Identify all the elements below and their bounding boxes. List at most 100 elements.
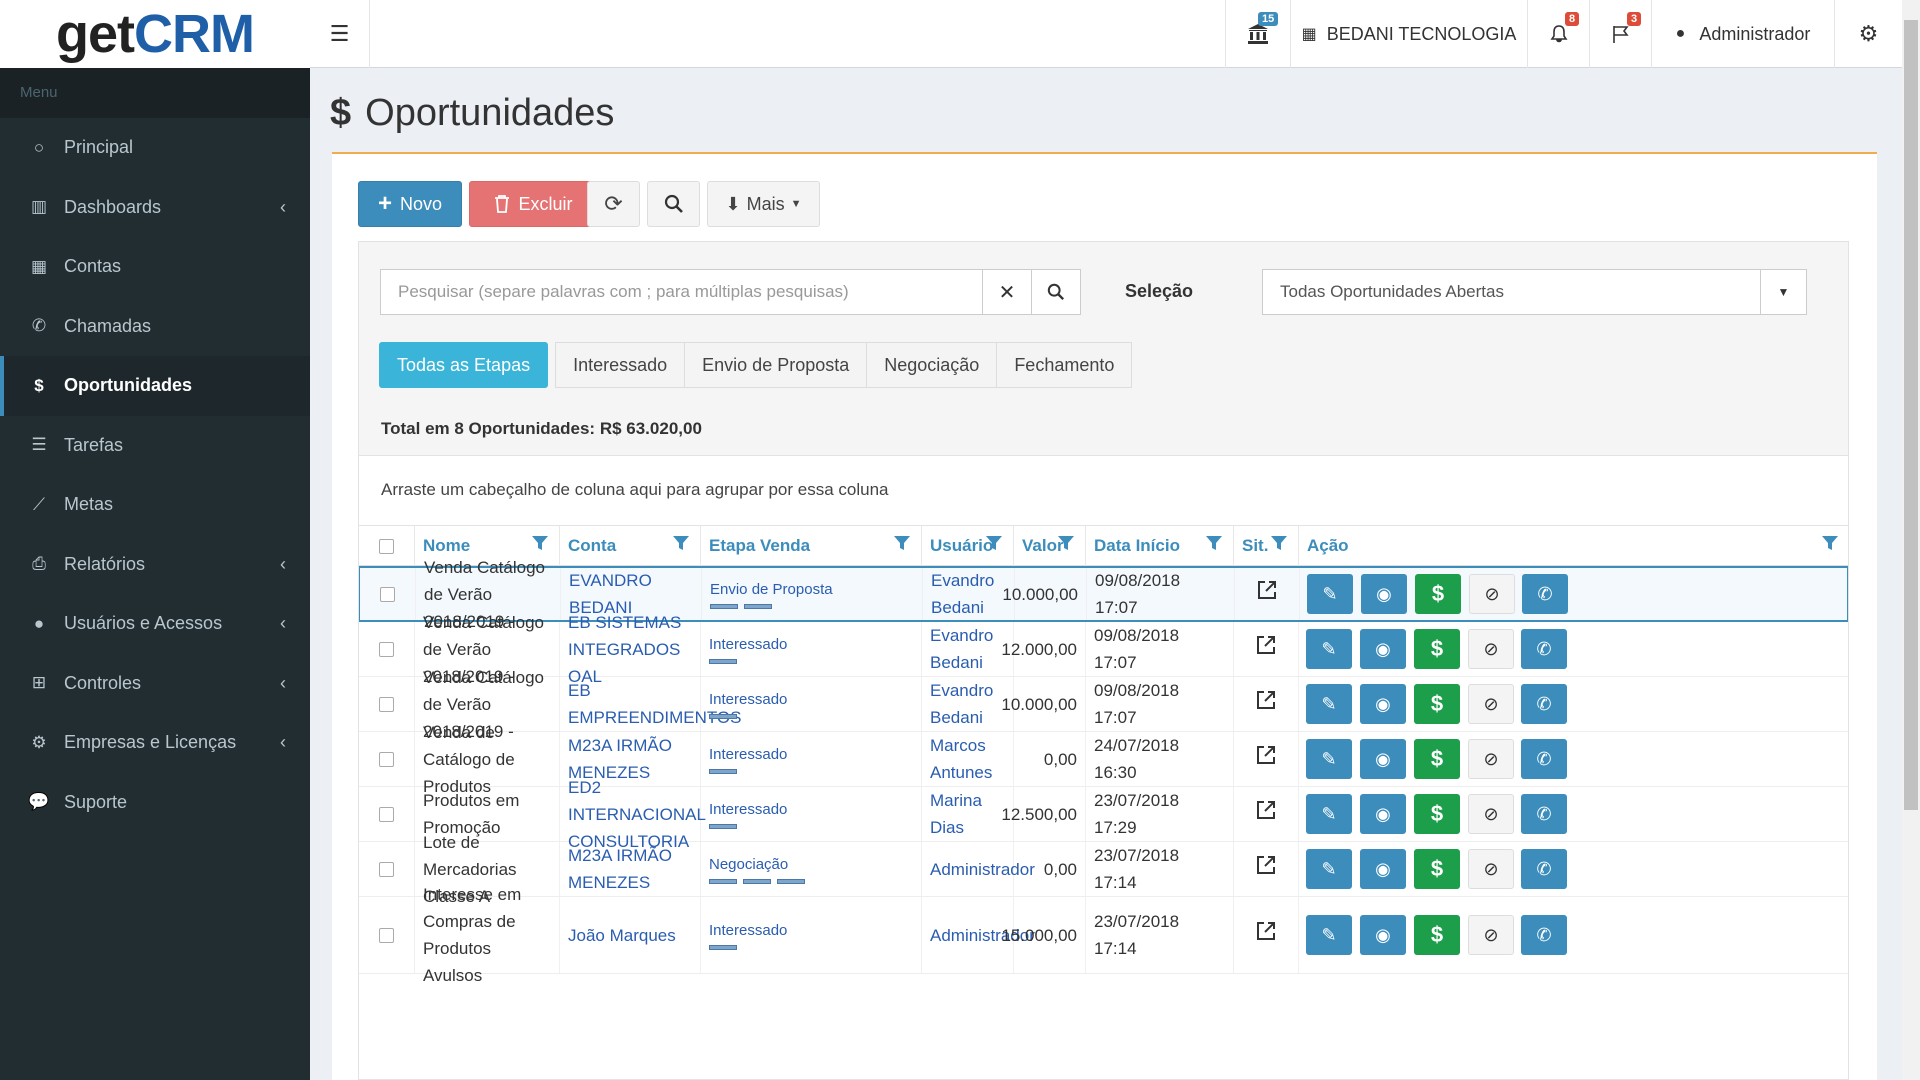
sidebar-item-principal[interactable]: ○ Principal xyxy=(0,118,310,178)
select-all-checkbox[interactable] xyxy=(379,538,394,554)
cancel-button[interactable]: ⊘ xyxy=(1468,849,1514,889)
call-button[interactable]: ✆ xyxy=(1521,629,1567,669)
table-row[interactable]: Produtos em Promoção ED2 INTERNACIONAL CO… xyxy=(359,778,1848,851)
edit-button[interactable]: ✎ xyxy=(1306,794,1352,834)
stage-name[interactable]: Negociação xyxy=(709,855,788,875)
sidebar-item-oportunidades[interactable]: $ Oportunidades xyxy=(0,356,310,416)
filter-icon[interactable] xyxy=(1821,534,1839,552)
cancel-button[interactable]: ⊘ xyxy=(1468,629,1514,669)
filter-icon[interactable] xyxy=(985,534,1003,552)
call-button[interactable]: ✆ xyxy=(1521,794,1567,834)
sidebar-item-dashboards[interactable]: ▥ Dashboards ‹ xyxy=(0,178,310,238)
cell-usuario[interactable]: Administrador xyxy=(922,897,1035,973)
cancel-button[interactable]: ⊘ xyxy=(1468,739,1514,779)
filter-icon[interactable] xyxy=(893,534,911,552)
win-button[interactable]: $ xyxy=(1414,739,1460,779)
cell-usuario[interactable]: Evandro Bedani xyxy=(923,568,1015,620)
edit-button[interactable]: ✎ xyxy=(1306,629,1352,669)
company-selector[interactable]: ▦ BEDANI TECNOLOGIA xyxy=(1290,0,1527,68)
view-button[interactable]: ◉ xyxy=(1360,739,1406,779)
win-button[interactable]: $ xyxy=(1414,915,1460,955)
tab-interessado[interactable]: Interessado xyxy=(555,342,686,388)
filter-icon[interactable] xyxy=(1057,534,1075,552)
row-checkbox[interactable] xyxy=(379,641,394,657)
external-link-icon[interactable] xyxy=(1255,744,1277,774)
cell-conta[interactable]: EB SISTEMAS INTEGRADOS OAL xyxy=(560,613,701,686)
more-button[interactable]: ⬇ Mais ▼ xyxy=(707,181,820,227)
stage-name[interactable]: Interessado xyxy=(709,745,787,765)
edit-button[interactable]: ✎ xyxy=(1306,739,1352,779)
column-header-sit[interactable]: Sit. xyxy=(1234,526,1299,566)
filter-icon[interactable] xyxy=(1270,534,1288,552)
view-button[interactable]: ◉ xyxy=(1360,629,1406,669)
new-button[interactable]: + Novo xyxy=(358,181,462,227)
column-header-etapa-venda[interactable]: Etapa Venda xyxy=(701,526,922,566)
column-header-valor[interactable]: Valor xyxy=(1014,526,1086,566)
call-button[interactable]: ✆ xyxy=(1521,739,1567,779)
column-header-acao[interactable]: Ação xyxy=(1299,526,1848,566)
app-logo[interactable]: get CRM xyxy=(0,0,310,68)
external-link-icon[interactable] xyxy=(1256,579,1278,609)
cell-usuario[interactable]: Administrador xyxy=(922,842,1035,896)
filter-icon[interactable] xyxy=(531,534,549,552)
stage-name[interactable]: Interessado xyxy=(709,921,787,941)
cancel-button[interactable]: ⊘ xyxy=(1468,684,1514,724)
win-button[interactable]: $ xyxy=(1415,574,1461,614)
stage-name[interactable]: Interessado xyxy=(709,635,787,655)
sidebar-item-tarefas[interactable]: ☰ Tarefas xyxy=(0,416,310,476)
call-button[interactable]: ✆ xyxy=(1521,684,1567,724)
filter-icon[interactable] xyxy=(672,534,690,552)
selection-dropdown[interactable]: Todas Oportunidades Abertas ▼ xyxy=(1262,269,1807,315)
call-button[interactable]: ✆ xyxy=(1521,849,1567,889)
flags-button[interactable]: 3 xyxy=(1589,0,1651,68)
edit-button[interactable]: ✎ xyxy=(1306,684,1352,724)
view-button[interactable]: ◉ xyxy=(1360,794,1406,834)
tab-fechamento[interactable]: Fechamento xyxy=(996,342,1133,388)
cancel-button[interactable]: ⊘ xyxy=(1469,574,1515,614)
sidebar-item-controles[interactable]: ⊞ Controles ‹ xyxy=(0,654,310,714)
call-button[interactable]: ✆ xyxy=(1522,574,1568,614)
sidebar-item-usuarios-e-acessos[interactable]: ● Usuários e Acessos ‹ xyxy=(0,594,310,654)
tab-envio-de-proposta[interactable]: Envio de Proposta xyxy=(684,342,868,388)
user-menu[interactable]: ● Administrador xyxy=(1651,0,1834,68)
win-button[interactable]: $ xyxy=(1414,794,1460,834)
view-button[interactable]: ◉ xyxy=(1360,684,1406,724)
cancel-button[interactable]: ⊘ xyxy=(1468,794,1514,834)
call-button[interactable]: ✆ xyxy=(1521,915,1567,955)
cell-usuario[interactable]: Evandro Bedani xyxy=(922,622,1014,676)
stage-name[interactable]: Interessado xyxy=(709,690,787,710)
bank-button[interactable]: 15 xyxy=(1225,0,1290,68)
sidebar-item-suporte[interactable]: 💬 Suporte xyxy=(0,773,310,833)
table-row[interactable]: Venda Catálogo de Verão 2018/2019 - EB SI… xyxy=(359,613,1848,686)
table-row[interactable]: Lote de Mercadorias Classe A M23A IRMÃO M… xyxy=(359,833,1848,906)
row-checkbox[interactable] xyxy=(379,861,394,877)
advanced-search-button[interactable] xyxy=(647,181,700,227)
search-input[interactable]: Pesquisar (separe palavras com ; para mú… xyxy=(380,269,983,315)
view-button[interactable]: ◉ xyxy=(1360,849,1406,889)
cancel-button[interactable]: ⊘ xyxy=(1468,915,1514,955)
cell-usuario[interactable]: Marcos Antunes xyxy=(922,732,1014,786)
view-button[interactable]: ◉ xyxy=(1360,915,1406,955)
tab-negociacao[interactable]: Negociação xyxy=(866,342,998,388)
external-link-icon[interactable] xyxy=(1255,920,1277,950)
row-checkbox[interactable] xyxy=(379,927,394,943)
tab-todas-as-etapas[interactable]: Todas as Etapas xyxy=(379,342,549,388)
cell-conta[interactable]: João Marques xyxy=(560,897,701,973)
sidebar-item-empresas-e-licencas[interactable]: ⚙ Empresas e Licenças ‹ xyxy=(0,713,310,773)
edit-button[interactable]: ✎ xyxy=(1306,849,1352,889)
sidebar-item-metas[interactable]: ⟋ Metas xyxy=(0,475,310,535)
edit-button[interactable]: ✎ xyxy=(1307,574,1353,614)
row-checkbox[interactable] xyxy=(379,806,394,822)
edit-button[interactable]: ✎ xyxy=(1306,915,1352,955)
view-button[interactable]: ◉ xyxy=(1361,574,1407,614)
table-row[interactable]: Interesse em Compras de Produtos Avulsos… xyxy=(359,885,1848,985)
row-checkbox[interactable] xyxy=(380,586,395,602)
external-link-icon[interactable] xyxy=(1255,799,1277,829)
win-button[interactable]: $ xyxy=(1414,629,1460,669)
filter-icon[interactable] xyxy=(1205,534,1223,552)
stage-name[interactable]: Envio de Proposta xyxy=(710,580,833,600)
sidebar-item-chamadas[interactable]: ✆ Chamadas xyxy=(0,297,310,357)
external-link-icon[interactable] xyxy=(1255,634,1277,664)
row-checkbox[interactable] xyxy=(379,751,394,767)
stage-name[interactable]: Interessado xyxy=(709,800,787,820)
